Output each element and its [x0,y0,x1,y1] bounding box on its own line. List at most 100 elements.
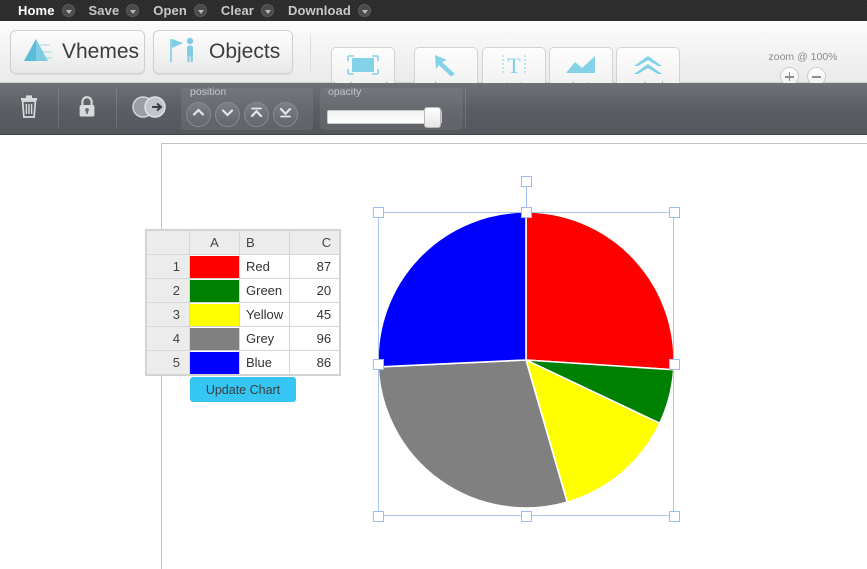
cell-color-3[interactable] [189,302,240,327]
cell-value-4[interactable]: 96 [289,326,341,351]
table-row: 4 Grey 96 [146,326,341,351]
send-backward-button[interactable] [215,102,240,127]
resize-handle-ne[interactable] [669,207,680,218]
objects-label: Objects [209,40,281,63]
row-header-3[interactable]: 3 [146,302,190,327]
objects-button[interactable]: Objects [153,30,293,74]
pie-slice-blue [377,211,527,368]
chevron-down-icon-home[interactable] [61,4,75,17]
text-t-icon: T [483,48,545,81]
menu-label-clear: Clear [220,3,254,18]
menu-label-open: Open [153,3,187,18]
cell-value-1[interactable]: 87 [289,254,341,279]
rotate-handle[interactable] [521,176,532,187]
line-chart-icon [550,48,612,81]
send-to-back-button[interactable] [273,102,298,127]
chevron-down-icon-download[interactable] [357,4,371,17]
column-header-a[interactable]: A [189,230,240,255]
zoom-control: zoom @ 100% [755,51,851,86]
table-row: 5 Blue 86 [146,350,341,375]
menubar: Home Save Open Clear Download [0,0,867,21]
arrow-shape-icon [415,48,477,81]
resize-handle-e[interactable] [669,359,680,370]
cell-value-3[interactable]: 45 [289,302,341,327]
cell-value-2[interactable]: 20 [289,278,341,303]
pie-chart[interactable] [377,178,675,521]
resize-handle-nw[interactable] [373,207,384,218]
chevron-up-bar-icon [249,105,264,125]
lock-button[interactable] [64,93,110,125]
cell-name-5[interactable]: Blue [238,350,291,375]
duplicate-button[interactable] [124,93,176,125]
color-swatch-yellow [190,303,239,326]
menu-item-open[interactable]: Open [153,3,207,18]
cell-name-3[interactable]: Yellow [238,302,291,327]
menu-item-save[interactable]: Save [89,3,140,18]
vhemes-label: Vhemes [62,40,140,63]
canvas-gutter-left [0,135,161,569]
row-header-4[interactable]: 4 [146,326,190,351]
update-chart-button[interactable]: Update Chart [190,377,296,402]
subbar-divider-3 [465,89,466,129]
chevron-up-icon [191,105,206,125]
vhemes-button[interactable]: Vhemes [10,30,145,74]
position-label: position [190,86,227,98]
table-row: 2 Green 20 [146,278,341,303]
cell-color-4[interactable] [189,326,240,351]
trash-icon [18,94,40,124]
color-swatch-blue [190,351,239,374]
menu-label-home: Home [18,3,55,18]
chart-data-table[interactable]: A B C 1 Red 87 2 Green 20 3 Yellow 45 4 … [146,230,341,375]
chevron-down-icon [220,105,235,125]
color-swatch-red [190,255,239,278]
cell-color-2[interactable] [189,278,240,303]
opacity-label: opacity [328,86,362,98]
bring-to-front-button[interactable] [244,102,269,127]
duplicate-circles-icon [129,94,171,125]
row-header-5[interactable]: 5 [146,350,190,375]
zoom-level-label: zoom @ 100% [768,51,838,63]
menu-label-download: Download [287,3,351,18]
opacity-slider-handle[interactable] [424,107,441,128]
infographic-editor: Home Save Open Clear Download Vhemes Obj… [0,0,867,569]
pyramid-chart-icon [23,37,53,68]
cell-name-1[interactable]: Red [238,254,291,279]
menu-item-download[interactable]: Download [288,3,371,18]
menu-item-home[interactable]: Home [18,3,75,18]
cell-name-2[interactable]: Green [238,278,291,303]
table-corner-cell [146,230,190,255]
table-row: 3 Yellow 45 [146,302,341,327]
chevron-down-icon-save[interactable] [126,4,140,17]
flag-person-icon [166,36,200,69]
cell-name-4[interactable]: Grey [238,326,291,351]
row-header-2[interactable]: 2 [146,278,190,303]
double-chevron-up-icon [617,48,679,81]
color-swatch-grey [190,327,239,350]
chevron-down-icon-open[interactable] [193,4,207,17]
table-header-row: A B C [146,230,341,255]
resize-handle-s[interactable] [521,511,532,522]
cell-value-5[interactable]: 86 [289,350,341,375]
bring-forward-button[interactable] [186,102,211,127]
resize-handle-w[interactable] [373,359,384,370]
cell-color-5[interactable] [189,350,240,375]
padlock-icon [76,94,98,124]
column-header-c[interactable]: C [289,230,341,255]
toolbar-divider-1 [310,35,311,71]
table-row: 1 Red 87 [146,254,341,279]
column-header-b[interactable]: B [238,230,291,255]
resize-handle-n[interactable] [521,207,532,218]
menu-item-clear[interactable]: Clear [221,3,274,18]
color-swatch-green [190,279,239,302]
image-frame-icon [332,48,394,81]
resize-handle-sw[interactable] [373,511,384,522]
menu-label-save: Save [88,3,120,18]
chevron-down-icon-clear[interactable] [260,4,274,17]
main-toolbar: Vhemes Objects T zoom @ 100% [0,21,867,96]
subbar-divider-2 [116,89,117,129]
chevron-down-bar-icon [278,105,293,125]
cell-color-1[interactable] [189,254,240,279]
delete-button[interactable] [6,93,52,125]
row-header-1[interactable]: 1 [146,254,190,279]
resize-handle-se[interactable] [669,511,680,522]
